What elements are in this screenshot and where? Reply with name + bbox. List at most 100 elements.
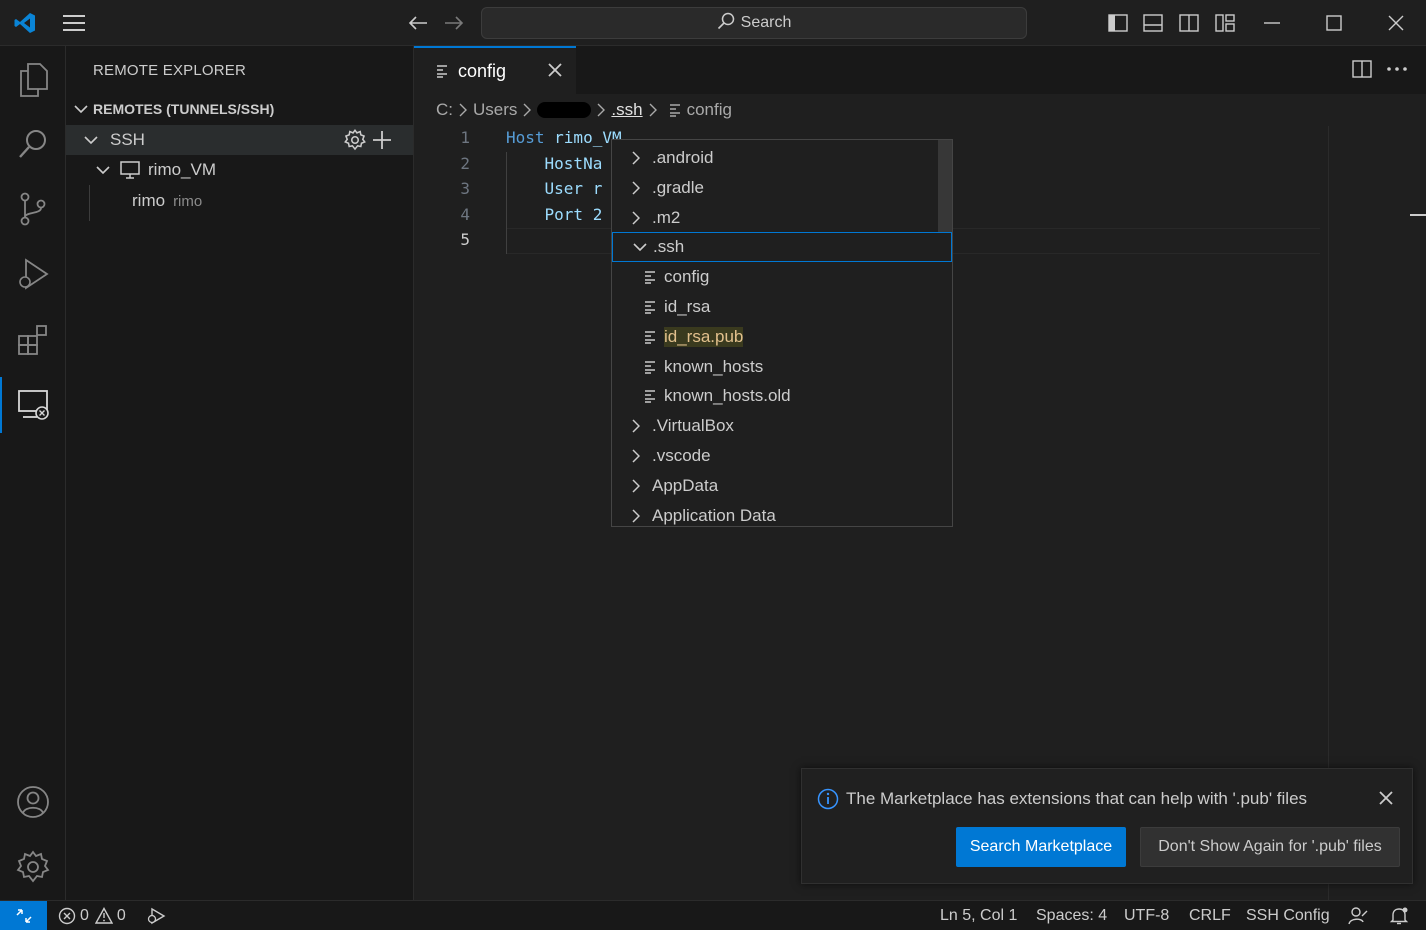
chevron-down-icon [96, 165, 110, 175]
vscode-logo-icon [10, 9, 40, 37]
encoding-setting[interactable]: UTF-8 [1124, 901, 1169, 930]
dropdown-item[interactable]: AppData [612, 471, 952, 501]
host-label: rimo_VM [148, 160, 217, 179]
minimize-window-icon[interactable] [1250, 8, 1294, 38]
manage-gear-icon[interactable] [0, 839, 66, 895]
dont-show-again-button[interactable]: Don't Show Again for '.pub' files [1140, 827, 1400, 867]
dropdown-item-label: .m2 [652, 208, 681, 227]
breadcrumb-users[interactable]: Users [473, 100, 517, 120]
dropdown-item[interactable]: .vscode [612, 441, 952, 471]
close-window-icon[interactable] [1374, 8, 1418, 38]
remote-indicator-button[interactable] [0, 901, 47, 930]
search-view-icon[interactable] [0, 116, 66, 172]
debug-status-icon[interactable] [146, 901, 166, 930]
customize-layout-icon[interactable] [1211, 9, 1239, 37]
dropdown-item-label: .vscode [652, 446, 711, 465]
indentation-setting[interactable]: Spaces: 4 [1036, 901, 1107, 930]
user-label: rimo [132, 191, 166, 210]
code-text: User r [506, 179, 603, 198]
cursor-position[interactable]: Ln 5, Col 1 [940, 901, 1017, 930]
dropdown-item-label: .VirtualBox [652, 416, 734, 435]
dropdown-item[interactable]: Application Data [612, 501, 952, 526]
dropdown-item[interactable]: .VirtualBox [612, 411, 952, 441]
dropdown-item[interactable]: .ssh [612, 232, 952, 262]
language-mode[interactable]: SSH Config [1246, 901, 1330, 930]
search-icon [717, 12, 735, 35]
line-number: 2 [460, 154, 470, 173]
dropdown-item-label: id_rsa.pub [664, 327, 744, 347]
dropdown-item[interactable]: id_rsa [612, 292, 952, 322]
breadcrumb-drive[interactable]: C: [436, 100, 453, 120]
ssh-group-label: SSH [110, 130, 145, 149]
file-lines-icon [644, 360, 656, 374]
chevron-down-icon [633, 242, 647, 252]
chevron-right-icon [459, 103, 467, 117]
file-lines-icon [644, 389, 656, 403]
eol-setting[interactable]: CRLF [1189, 901, 1231, 930]
line-number: 3 [460, 179, 470, 198]
line-number: 4 [460, 205, 470, 224]
maximize-window-icon[interactable] [1312, 8, 1356, 38]
back-arrow-icon[interactable] [404, 8, 432, 38]
dropdown-item[interactable]: known_hosts [612, 352, 952, 382]
dropdown-item[interactable]: config [612, 262, 952, 292]
accounts-status-icon[interactable] [1348, 901, 1368, 930]
toggle-secondary-sidebar-icon[interactable] [1175, 9, 1203, 37]
code-text: HostNa [506, 154, 603, 173]
user-description: rimo [173, 192, 203, 210]
command-center-search[interactable]: Search [481, 7, 1027, 39]
code-keyword: Host [506, 128, 545, 147]
source-control-icon[interactable] [0, 181, 66, 237]
dropdown-item-label: config [664, 267, 710, 286]
file-lines-icon [644, 270, 656, 284]
run-and-debug-icon[interactable] [0, 246, 66, 302]
remotes-section-label: REMOTES (TUNNELS/SSH) [93, 101, 275, 117]
code-line: Host rimo_VM [506, 128, 622, 147]
title-bar: Search [0, 0, 1426, 46]
accounts-icon[interactable] [0, 774, 66, 830]
search-marketplace-button[interactable]: Search Marketplace [956, 827, 1126, 867]
forward-arrow-icon[interactable] [440, 8, 468, 38]
notifications-bell-icon[interactable] [1389, 901, 1409, 930]
code-text: Port 2 [506, 205, 603, 224]
line-number-current: 5 [460, 230, 470, 249]
dropdown-item-label: .ssh [653, 237, 685, 256]
ssh-group-row[interactable]: SSH [66, 125, 413, 155]
close-notification-icon[interactable] [1379, 791, 1393, 805]
chevron-down-icon [74, 104, 88, 114]
chevron-right-icon [649, 103, 657, 117]
chevron-right-icon [632, 479, 646, 493]
host-row-rimo-vm[interactable]: rimo_VM [66, 155, 413, 185]
dropdown-item[interactable]: .gradle [612, 173, 952, 203]
more-actions-icon[interactable] [1386, 66, 1408, 72]
warning-icon [94, 907, 113, 925]
dropdown-item[interactable]: known_hosts.old [612, 381, 952, 411]
extensions-icon[interactable] [0, 312, 66, 368]
problems-indicator[interactable]: 0 0 [58, 901, 126, 930]
remote-explorer-sidebar: REMOTE EXPLORER REMOTES (TUNNELS/SSH) SS… [66, 46, 414, 900]
line-number: 1 [460, 128, 470, 147]
chevron-right-icon [523, 103, 532, 117]
close-tab-icon[interactable] [548, 63, 562, 77]
info-icon [817, 788, 839, 810]
dropdown-item[interactable]: id_rsa.pub [612, 322, 952, 352]
toggle-panel-icon[interactable] [1139, 9, 1167, 37]
breadcrumb-ssh[interactable]: .ssh [611, 100, 642, 120]
breadcrumb-file[interactable]: config [687, 100, 732, 120]
add-remote-plus-icon[interactable] [372, 130, 392, 150]
user-row-rimo[interactable]: rimo rimo [66, 186, 413, 216]
toggle-primary-sidebar-icon[interactable] [1104, 9, 1132, 37]
tab-config[interactable]: config [414, 46, 576, 94]
dropdown-item[interactable]: .android [612, 143, 952, 173]
chevron-right-icon [632, 509, 646, 523]
menu-icon[interactable] [58, 8, 90, 38]
dropdown-item[interactable]: .m2 [612, 203, 952, 233]
remotes-section-header[interactable]: REMOTES (TUNNELS/SSH) [66, 96, 413, 122]
chevron-right-icon [632, 181, 646, 195]
breadcrumb-redacted-username[interactable] [537, 102, 592, 118]
explorer-icon[interactable] [0, 52, 66, 108]
chevron-right-icon [632, 419, 646, 433]
split-editor-icon[interactable] [1352, 60, 1372, 78]
remote-explorer-icon[interactable] [0, 377, 66, 433]
ssh-settings-gear-icon[interactable] [344, 129, 366, 151]
